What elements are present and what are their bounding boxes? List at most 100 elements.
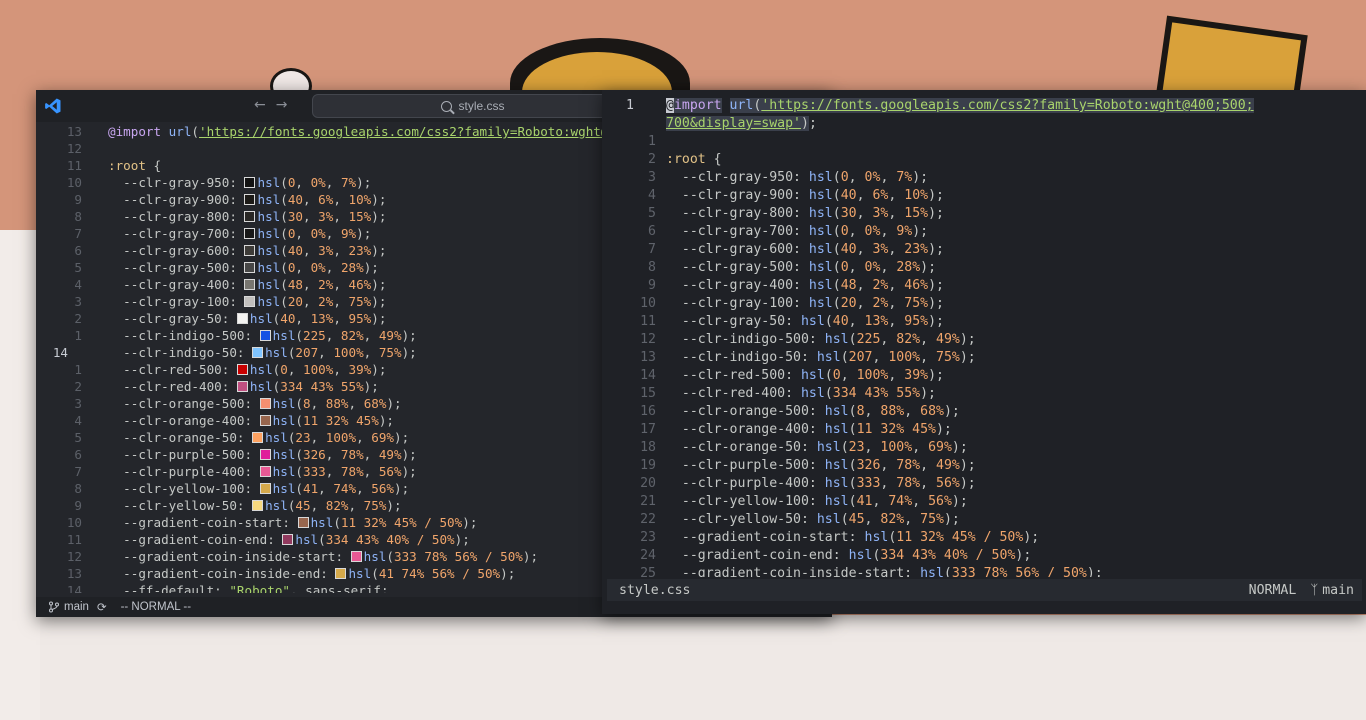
code-token: ( <box>840 350 849 365</box>
code-line[interactable]: 24 --gradient-coin-end: hsl(334 43% 40% … <box>602 547 1366 565</box>
line-number: 24 <box>640 548 656 563</box>
code-line[interactable]: 1 <box>602 133 1366 151</box>
code-line[interactable]: 20 --clr-purple-400: hsl(333, 78%, 56%); <box>602 475 1366 493</box>
code-token: hsl <box>363 549 387 564</box>
code-token: 49% <box>378 328 402 343</box>
code-token: ( <box>824 314 833 329</box>
forward-arrow-icon[interactable]: → <box>276 97 288 113</box>
code-token: ); <box>928 296 944 311</box>
code-token: 0 <box>280 362 288 377</box>
code-token: hsl <box>808 224 833 239</box>
code-token: 2% <box>318 277 334 292</box>
code-token: hsl <box>816 440 841 455</box>
code-token: ); <box>912 170 929 185</box>
code-token: --clr-red-500: <box>108 362 237 377</box>
code-token: ); <box>935 422 952 437</box>
code-token: , <box>912 494 929 509</box>
line-number: 9 <box>74 192 82 207</box>
sync-icon[interactable]: ⟳ <box>97 600 107 614</box>
code-line[interactable]: 13 --clr-indigo-50: hsl(207, 100%, 75%); <box>602 349 1366 367</box>
code-token: 333 <box>856 476 881 491</box>
code-line[interactable]: 5 --clr-gray-800: hsl(30, 3%, 15%); <box>602 205 1366 223</box>
code-token: ( <box>295 328 303 343</box>
line-number: 2 <box>74 311 82 326</box>
branch-indicator[interactable]: main <box>48 601 89 613</box>
code-token: ); <box>462 515 478 530</box>
code-token: 15% <box>348 209 372 224</box>
code-token: 333 78% 56% / 50% <box>393 549 523 564</box>
code-token: --clr-gray-900: <box>666 188 809 203</box>
code-line[interactable]: 11 --clr-gray-50: hsl(40, 13%, 95%); <box>602 313 1366 331</box>
code-token: ( <box>295 481 303 496</box>
line-number: 18 <box>640 440 656 455</box>
code-token: hsl <box>816 512 841 527</box>
code-token: 88% <box>325 396 349 411</box>
code-token: 23% <box>904 242 929 257</box>
code-line[interactable]: 22 --clr-yellow-50: hsl(45, 82%, 75%); <box>602 511 1366 529</box>
line-number: 9 <box>74 498 82 513</box>
code-token: ( <box>848 494 857 509</box>
code-line[interactable]: 6 --clr-gray-700: hsl(0, 0%, 9%); <box>602 223 1366 241</box>
code-line[interactable]: 4 --clr-gray-900: hsl(40, 6%, 10%); <box>602 187 1366 205</box>
code-token: 69% <box>371 430 395 445</box>
code-line[interactable]: 9 --clr-gray-400: hsl(48, 2%, 46%); <box>602 277 1366 295</box>
code-token: , <box>880 458 897 473</box>
command-center-search[interactable]: style.css <box>312 94 634 118</box>
line-number: 2 <box>74 379 82 394</box>
code-text: --clr-gray-100: hsl(20, 2%, 75%); <box>666 295 944 313</box>
code-token: , <box>356 481 372 496</box>
code-text: --gradient-coin-inside-start: hsl(333 78… <box>108 548 538 565</box>
code-token: , <box>333 243 349 258</box>
code-text: --clr-gray-950: hsl(0, 0%, 7%); <box>666 169 928 187</box>
code-token: 0% <box>864 170 881 185</box>
line-number: 4 <box>74 277 82 292</box>
code-line[interactable]: 8 --clr-gray-500: hsl(0, 0%, 28%); <box>602 259 1366 277</box>
code-token: ( <box>848 458 857 473</box>
code-line[interactable]: 15 --clr-red-400: hsl(334 43% 55%); <box>602 385 1366 403</box>
code-line[interactable]: 17 --clr-orange-400: hsl(11 32% 45%); <box>602 421 1366 439</box>
color-swatch <box>350 551 362 562</box>
color-swatch <box>259 466 271 477</box>
code-line[interactable]: 10 --clr-gray-100: hsl(20, 2%, 75%); <box>602 295 1366 313</box>
code-line[interactable]: 3 --clr-gray-950: hsl(0, 0%, 7%); <box>602 169 1366 187</box>
statusline-filename: style.css <box>619 582 691 598</box>
code-line[interactable]: 23 --gradient-coin-start: hsl(11 32% 45%… <box>602 529 1366 547</box>
code-token: 13% <box>310 311 334 326</box>
code-token: ( <box>280 226 288 241</box>
nvim-editor[interactable]: 1 @import url('https://fonts.googleapis.c… <box>602 97 1366 577</box>
code-token: 225 <box>856 332 881 347</box>
code-line[interactable]: 14 --clr-red-500: hsl(0, 100%, 39%); <box>602 367 1366 385</box>
line-number: 13 <box>640 350 656 365</box>
code-token: 3% <box>318 243 334 258</box>
code-token: ); <box>951 440 968 455</box>
code-token: 41 74% 56% / 50% <box>378 566 501 581</box>
code-line[interactable]: 21 --clr-yellow-100: hsl(41, 74%, 56%); <box>602 493 1366 511</box>
color-swatch <box>244 262 256 273</box>
search-icon <box>441 100 453 112</box>
code-token: , <box>856 242 873 257</box>
code-token: 82% <box>880 512 905 527</box>
code-line[interactable]: 12 --clr-indigo-500: hsl(225, 82%, 49%); <box>602 331 1366 349</box>
code-line[interactable]: 16 --clr-orange-500: hsl(8, 88%, 68%); <box>602 403 1366 421</box>
code-line[interactable]: 1 @import url('https://fonts.googleapis.c… <box>602 97 1366 115</box>
code-token: 100% <box>888 350 921 365</box>
line-number: 4 <box>74 413 82 428</box>
code-token: 20 <box>840 296 857 311</box>
code-token: 45 <box>295 498 311 513</box>
code-token: 75% <box>920 512 944 527</box>
color-swatch <box>259 415 271 426</box>
back-arrow-icon[interactable]: ← <box>254 97 266 113</box>
color-swatch <box>244 211 256 222</box>
code-token: , <box>363 464 379 479</box>
code-token: 88% <box>880 404 905 419</box>
code-line[interactable]: 18 --clr-orange-50: hsl(23, 100%, 69%); <box>602 439 1366 457</box>
code-line[interactable]: 19 --clr-purple-500: hsl(326, 78%, 49%); <box>602 457 1366 475</box>
code-line[interactable]: 700&display=swap'); <box>602 115 1366 133</box>
code-line[interactable]: 25 --gradient-coin-inside-start: hsl(333… <box>602 565 1366 577</box>
code-token: --clr-orange-500: <box>666 404 825 419</box>
code-line[interactable]: 2:root { <box>602 151 1366 169</box>
code-token: , <box>295 260 311 275</box>
code-token: 75% <box>348 294 372 309</box>
code-line[interactable]: 7 --clr-gray-600: hsl(40, 3%, 23%); <box>602 241 1366 259</box>
